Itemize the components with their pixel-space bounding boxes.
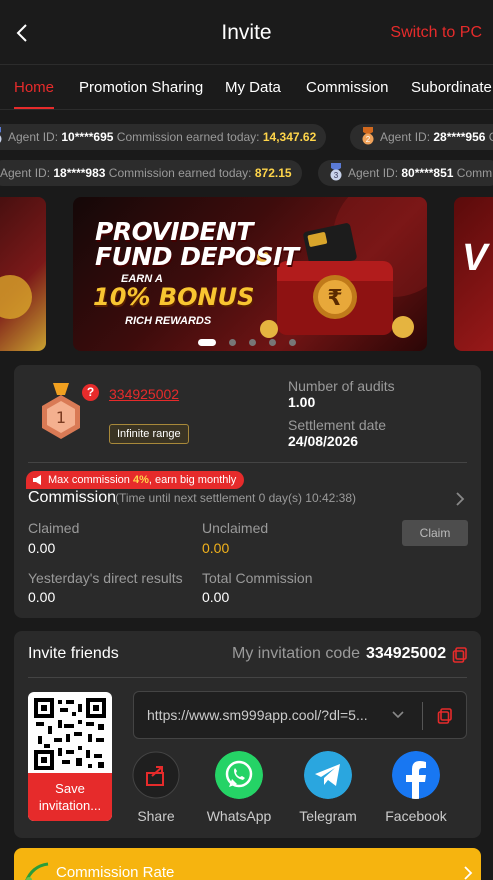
banner-rich-rewards: RICH REWARDS — [125, 315, 212, 327]
banner-headline: PROVIDENT FUND DEPOSIT — [95, 217, 299, 271]
telegram-share-button[interactable]: Telegram — [288, 751, 368, 824]
settlement-date-label: Settlement date — [288, 417, 387, 433]
tab-home[interactable]: Home — [14, 79, 54, 96]
settlement-date-value: 24/08/2026 — [288, 433, 359, 449]
carousel-dot[interactable] — [249, 339, 256, 346]
ticker-item: Agent ID: 18****983 Commission earned to… — [0, 160, 302, 186]
invitation-link: https://www.sm999app.cool/?dl=5... — [147, 707, 368, 723]
invite-friends-card: Invite friends My invitation code 334925… — [14, 631, 481, 838]
top-bar: Invite Switch to PC — [0, 0, 493, 64]
tab-commission[interactable]: Commission — [306, 79, 389, 96]
promo-carousel[interactable]: ₹ PROVIDENT FUND DEPOSIT EARN A 10% BONUS… — [0, 197, 493, 351]
claimed-label: Claimed — [28, 520, 80, 536]
claimed-value: 0.00 — [28, 540, 56, 556]
chevron-right-icon — [464, 866, 473, 880]
tab-bar: Home Promotion Sharing My Data Commissio… — [0, 64, 493, 110]
carousel-dot[interactable] — [269, 339, 276, 346]
invitation-code-value: 334925002 — [366, 645, 447, 662]
ticker-item: 3 Agent ID: 80****851 Comm — [318, 160, 493, 186]
agent-code-link[interactable]: 334925002 — [109, 386, 179, 402]
yesterday-results-label: Yesterday's direct results — [28, 570, 183, 586]
level-help-icon[interactable]: ? — [82, 384, 99, 401]
banner-bonus: 10% BONUS — [93, 283, 255, 311]
megaphone-icon — [33, 475, 41, 485]
agent-commission-card: 1 ? 334925002 Infinite range Number of a… — [14, 365, 481, 618]
claim-button[interactable]: Claim — [402, 520, 468, 546]
tab-promotion-sharing[interactable]: Promotion Sharing — [79, 79, 203, 96]
audits-label: Number of audits — [288, 378, 395, 394]
tab-subordinate[interactable]: Subordinate — [411, 79, 492, 96]
invitation-code-label: My invitation code — [232, 645, 361, 662]
level-badge-icon: 1 — [42, 383, 80, 439]
carousel-dot-active[interactable] — [198, 339, 216, 346]
whatsapp-icon — [215, 751, 263, 799]
telegram-icon — [304, 751, 352, 799]
commission-rate-label: Commission Rate — [56, 864, 175, 880]
settlement-countdown: (Time until next settlement 0 day(s) 10:… — [115, 491, 356, 505]
rank-medal-icon: 3 — [330, 163, 342, 181]
qr-code-card[interactable]: Save invitation... — [28, 692, 112, 821]
yesterday-results-value: 0.00 — [28, 589, 56, 605]
carousel-dot[interactable] — [229, 339, 236, 346]
divider — [422, 702, 423, 730]
unclaimed-value: 0.00 — [202, 540, 230, 556]
invitation-link-field[interactable]: https://www.sm999app.cool/?dl=5... — [133, 691, 467, 739]
max-commission-tag: Max commission 4%, earn big monthly — [26, 471, 245, 489]
invite-friends-title: Invite friends — [28, 645, 119, 662]
active-tab-indicator — [14, 107, 54, 109]
divider — [28, 677, 467, 678]
switch-to-pc-link[interactable]: Switch to PC — [390, 24, 482, 42]
copy-link-icon[interactable] — [437, 708, 453, 724]
range-badge: Infinite range — [109, 424, 189, 444]
qr-code-icon — [34, 698, 106, 770]
rank-medal-icon: 2 — [362, 127, 374, 145]
chevron-right-icon[interactable] — [454, 491, 466, 507]
total-commission-value: 0.00 — [202, 589, 230, 605]
share-button[interactable]: Share — [116, 751, 196, 824]
facebook-icon — [392, 751, 440, 799]
carousel-pagination — [0, 337, 493, 347]
rank-medal-icon — [0, 127, 2, 143]
ticker-item: Agent ID: 10****695 Commission earned to… — [0, 124, 327, 150]
carousel-dot[interactable] — [289, 339, 296, 346]
svg-text:1: 1 — [56, 408, 66, 427]
ticker-item: 2Agent ID: 28****956 Comm — [350, 124, 493, 150]
facebook-share-button[interactable]: Facebook — [376, 751, 456, 824]
commission-ticker-row-1: Agent ID: 10****695 Commission earned to… — [0, 122, 493, 152]
whatsapp-share-button[interactable]: WhatsApp — [199, 751, 279, 824]
commission-ticker-row-2: Agent ID: 18****983 Commission earned to… — [0, 158, 493, 188]
divider — [28, 462, 467, 463]
unclaimed-label: Unclaimed — [202, 520, 269, 536]
tab-my-data[interactable]: My Data — [225, 79, 281, 96]
audits-value: 1.00 — [288, 394, 316, 410]
commission-title: Commission — [28, 489, 117, 506]
carousel-slide-previous[interactable] — [0, 197, 46, 351]
share-icon — [132, 751, 180, 799]
carousel-slide-next[interactable]: V — [454, 197, 493, 351]
copy-icon[interactable] — [452, 647, 468, 663]
total-commission-label: Total Commission — [202, 570, 313, 586]
svg-text:2: 2 — [366, 135, 371, 144]
carousel-slide-provident-fund[interactable]: ₹ PROVIDENT FUND DEPOSIT EARN A 10% BONUS… — [73, 197, 427, 351]
commission-rate-button[interactable]: Commission Rate — [14, 848, 481, 880]
chevron-down-icon[interactable] — [391, 708, 405, 722]
svg-text:3: 3 — [334, 171, 339, 180]
svg-text:₹: ₹ — [327, 286, 342, 311]
save-invitation-button[interactable]: Save invitation... — [28, 773, 112, 821]
coin-stack-icon — [0, 275, 32, 319]
rate-chart-icon — [25, 862, 49, 880]
